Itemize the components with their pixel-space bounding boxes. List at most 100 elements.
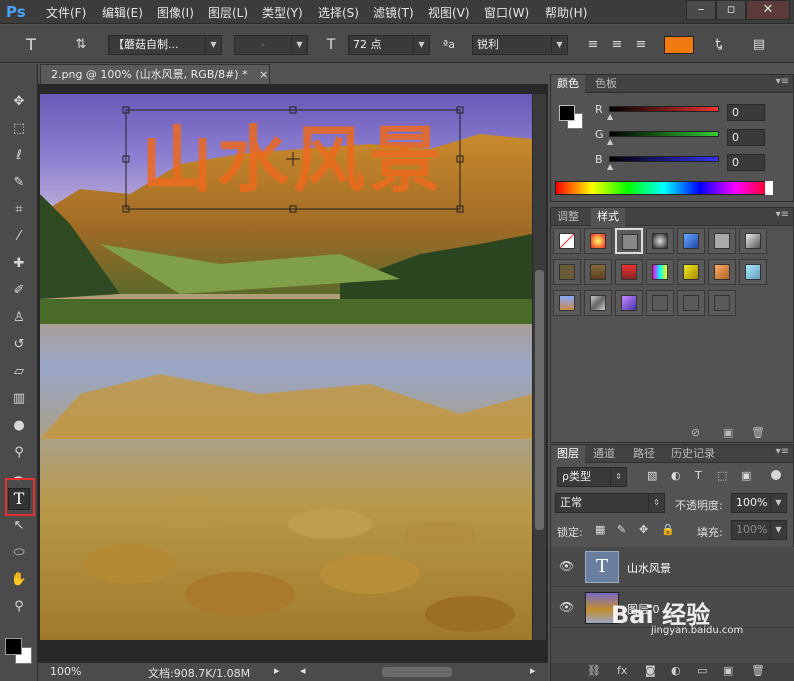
- tab-swatches[interactable]: 色板: [589, 75, 623, 93]
- link-layers-icon[interactable]: ⛓: [587, 664, 601, 677]
- channel-value-field[interactable]: 0: [727, 129, 765, 146]
- menu-layer[interactable]: 图层(L): [208, 4, 248, 21]
- hand-tool-icon[interactable]: ✋: [9, 570, 29, 590]
- close-tab-icon[interactable]: ×: [259, 68, 268, 81]
- style-swatch[interactable]: [584, 259, 612, 285]
- menu-view[interactable]: 视图(V): [428, 4, 470, 21]
- new-style-icon[interactable]: ▣: [723, 426, 733, 439]
- font-style-select[interactable]: - ▼: [234, 35, 308, 55]
- slider-handle-icon[interactable]: ▲: [607, 162, 613, 171]
- tab-styles[interactable]: 样式: [591, 208, 625, 226]
- channel-slider[interactable]: [609, 131, 719, 137]
- delete-style-icon[interactable]: 🗑: [751, 426, 765, 439]
- channel-slider[interactable]: [609, 156, 719, 162]
- tab-channels[interactable]: 通道: [587, 445, 621, 463]
- delete-layer-icon[interactable]: 🗑: [751, 664, 765, 677]
- align-right-icon[interactable]: ≡: [630, 34, 652, 56]
- lock-transparency-icon[interactable]: ▦: [595, 523, 605, 536]
- font-family-select[interactable]: 【蘑菇自制... ▼: [108, 35, 222, 55]
- menu-window[interactable]: 窗口(W): [484, 4, 529, 21]
- quick-selection-tool-icon[interactable]: ✎: [9, 173, 29, 193]
- channel-value-field[interactable]: 0: [727, 104, 765, 121]
- style-swatch[interactable]: [553, 228, 581, 254]
- close-window-button[interactable]: ✕: [746, 0, 790, 20]
- visibility-eye-icon[interactable]: 👁: [559, 600, 574, 614]
- filter-shape-icon[interactable]: ⬚: [717, 469, 727, 482]
- color-spectrum-bar[interactable]: [555, 181, 773, 195]
- menu-filter[interactable]: 滤镜(T): [373, 4, 414, 21]
- tab-history[interactable]: 历史记录: [665, 445, 721, 463]
- lock-all-icon[interactable]: 🔒: [661, 523, 675, 536]
- menu-type[interactable]: 类型(Y): [262, 4, 303, 21]
- scroll-left-icon[interactable]: ◂: [300, 664, 306, 677]
- eyedropper-tool-icon[interactable]: ⁄: [9, 227, 29, 247]
- new-group-icon[interactable]: ▭: [697, 664, 707, 677]
- filter-adjustment-icon[interactable]: ◐: [671, 469, 681, 482]
- slider-handle-icon[interactable]: ▲: [607, 137, 613, 146]
- layer-name[interactable]: 山水风景: [627, 560, 671, 576]
- brush-tool-icon[interactable]: ✐: [9, 281, 29, 301]
- menu-file[interactable]: 文件(F): [46, 4, 86, 21]
- style-swatch[interactable]: [677, 259, 705, 285]
- document-text-layer[interactable]: 山水风景: [126, 112, 460, 208]
- filter-toggle-icon[interactable]: [771, 470, 781, 480]
- style-swatch[interactable]: [677, 228, 705, 254]
- style-swatch[interactable]: [584, 290, 612, 316]
- menu-help[interactable]: 帮助(H): [545, 4, 587, 21]
- document-canvas[interactable]: 山水风景: [40, 94, 532, 640]
- layer-filter-select[interactable]: ρ类型 ⇕: [557, 467, 627, 487]
- eraser-tool-icon[interactable]: ▱: [9, 362, 29, 382]
- scroll-right-icon[interactable]: ▸: [530, 664, 536, 677]
- layer-fx-icon[interactable]: fx: [617, 664, 627, 677]
- info-arrow-icon[interactable]: ▸: [274, 664, 280, 677]
- style-swatch[interactable]: [708, 290, 736, 316]
- menu-image[interactable]: 图像(I): [157, 4, 194, 21]
- type-tool-preset-icon[interactable]: T: [20, 34, 42, 56]
- style-swatch[interactable]: [553, 259, 581, 285]
- zoom-tool-icon[interactable]: ⚲: [9, 597, 29, 617]
- tab-layers[interactable]: 图层: [551, 445, 585, 463]
- menu-select[interactable]: 选择(S): [318, 4, 359, 21]
- add-mask-icon[interactable]: ◙: [645, 664, 656, 677]
- toggle-text-orientation-icon[interactable]: ⇅: [70, 34, 92, 56]
- style-swatch[interactable]: [615, 290, 643, 316]
- tab-color[interactable]: 颜色: [551, 75, 585, 93]
- restore-button[interactable]: ▫: [716, 0, 746, 20]
- blur-tool-icon[interactable]: ●: [9, 416, 29, 436]
- channel-value-field[interactable]: 0: [727, 154, 765, 171]
- warp-text-icon[interactable]: Ꮏ: [708, 34, 730, 56]
- filter-type-icon[interactable]: T: [695, 469, 702, 482]
- filter-smart-object-icon[interactable]: ▣: [741, 469, 751, 482]
- minimize-button[interactable]: –: [686, 0, 716, 20]
- style-swatch[interactable]: [739, 228, 767, 254]
- channel-slider[interactable]: [609, 106, 719, 112]
- character-panel-icon[interactable]: ▤: [748, 34, 770, 56]
- gradient-tool-icon[interactable]: ▥: [9, 389, 29, 409]
- visibility-eye-icon[interactable]: 👁: [559, 559, 574, 573]
- style-swatch[interactable]: [708, 259, 736, 285]
- filter-pixel-icon[interactable]: ▧: [647, 469, 657, 482]
- type-tool-icon[interactable]: T: [8, 488, 30, 510]
- clone-stamp-tool-icon[interactable]: ♙: [9, 308, 29, 328]
- fill-field[interactable]: 100% ▼: [731, 520, 787, 540]
- style-swatch[interactable]: [615, 259, 643, 285]
- horizontal-scrollbar-thumb[interactable]: [382, 667, 452, 677]
- new-layer-icon[interactable]: ▣: [723, 664, 733, 677]
- ellipse-tool-icon[interactable]: ⬭: [9, 543, 29, 563]
- zoom-level[interactable]: 100%: [50, 665, 81, 678]
- move-tool-icon[interactable]: ✥: [9, 92, 29, 112]
- font-size-select[interactable]: 72 点 ▼: [348, 35, 430, 55]
- align-center-icon[interactable]: ≡: [606, 34, 628, 56]
- lock-position-icon[interactable]: ✥: [639, 523, 648, 536]
- color-foreground-swatch[interactable]: [559, 105, 575, 121]
- style-swatch[interactable]: [646, 259, 674, 285]
- style-swatch[interactable]: [708, 228, 736, 254]
- style-swatch[interactable]: [739, 259, 767, 285]
- tab-adjustments[interactable]: 调整: [551, 208, 585, 226]
- align-left-icon[interactable]: ≡: [582, 34, 604, 56]
- scrollbar-thumb[interactable]: [535, 270, 544, 530]
- blend-mode-select[interactable]: 正常 ⇕: [555, 493, 665, 513]
- style-swatch[interactable]: [677, 290, 705, 316]
- opacity-field[interactable]: 100% ▼: [731, 493, 787, 513]
- antialias-select[interactable]: 锐利 ▼: [472, 35, 568, 55]
